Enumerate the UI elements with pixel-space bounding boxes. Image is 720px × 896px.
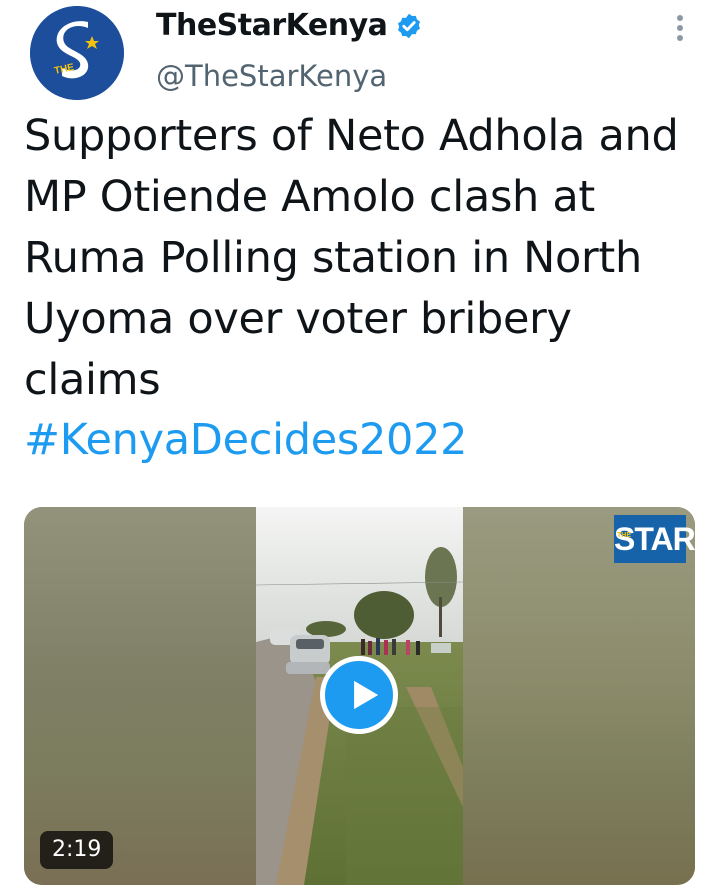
author-name-row[interactable]: TheStarKenya xyxy=(156,8,423,44)
video-blur-left xyxy=(24,507,256,885)
hashtag-link[interactable]: #KenyaDecides2022 xyxy=(24,410,468,471)
author-display-name[interactable]: TheStarKenya xyxy=(156,8,388,44)
avatar[interactable]: THE xyxy=(30,6,124,100)
play-button[interactable] xyxy=(320,656,398,734)
tweet-text: Supporters of Neto Adhola and MP Otiende… xyxy=(24,111,679,405)
thestar-logo-icon: THE xyxy=(30,6,124,100)
author-handle[interactable]: @TheStarKenya xyxy=(156,58,387,94)
more-vertical-icon[interactable] xyxy=(670,12,690,44)
video-player[interactable]: THE STAR 2:19 xyxy=(24,507,695,885)
video-blur-right xyxy=(463,507,695,885)
play-icon xyxy=(354,680,379,710)
video-duration: 2:19 xyxy=(40,831,114,869)
verified-badge-icon xyxy=(395,12,423,40)
watermark-logo: THE STAR xyxy=(614,515,695,563)
